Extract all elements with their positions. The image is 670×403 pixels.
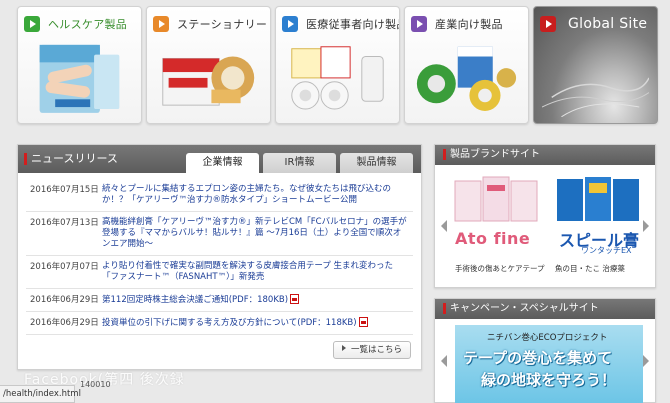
list-item: 2016年07月13日 高機能絆創膏「ケアリーヴ™治す力®」新テレビCM「FCバ… [26,212,413,256]
campaign-prev-icon[interactable] [437,319,451,402]
arrow-right-icon [282,16,298,32]
bandage-box-image [39,44,120,113]
arrow-right-icon [411,16,427,32]
category-global-site[interactable]: Global Site [533,6,658,124]
category-label: Global Site [568,16,648,32]
category-industrial[interactable]: 産業向け製品 [404,6,529,124]
category-header: 産業向け製品 [411,15,524,33]
arrow-right-icon [153,16,169,32]
list-item: 2016年07月07日 より貼り付着性で確実な副問題を解決する皮膚接合用テープ … [26,256,413,289]
news-date: 2016年07月15日 [30,185,99,195]
tab-ir[interactable]: IR情報 [263,153,336,173]
eco-headline-1: テープの巻心を集めて [463,349,613,367]
category-label: 産業向け製品 [435,18,503,31]
news-date: 2016年07月07日 [30,262,99,272]
tab-products[interactable]: 製品情報 [340,153,413,173]
news-list: 2016年07月15日 続々とプールに集結するエプロン姿の主婦たち。なぜ彼女たち… [26,179,413,335]
browser-status-bar: /health/index.html [0,385,81,403]
news-link-pdf[interactable]: 第112回定時株主総会決議ご通知(PDF：180KB) [102,294,300,306]
news-title: ニュースリリース [24,153,118,165]
globe-image [542,77,649,117]
spiel-product-image [557,177,639,221]
news-link[interactable]: 高機能絆創膏「ケアリーヴ™治す力®」新テレビCM「FCバルセロナ」の選手が登場す… [102,217,409,250]
category-nav: ヘルスケア製品 ステーショナリー 医療従事者向け製品 産業向け製品 Global… [17,6,658,126]
news-date: 2016年06月29日 [30,318,99,328]
industrial-tape-image [416,46,517,111]
news-date: 2016年07月13日 [30,218,99,228]
pdf-icon [358,317,368,327]
atofine-subtitle: 手術後の傷あとケアテープ [455,264,545,273]
category-label: 医療従事者向け製品 [306,18,400,31]
campaign-title: キャンペーン・スペシャルサイト [443,303,599,314]
news-link-pdf[interactable]: 投資単位の引下げに関する考え方及び方針について(PDF：118KB) [102,317,368,329]
news-date: 2016年06月29日 [30,295,99,305]
category-label: ステーショナリー [177,18,268,31]
eco-headline-2: 緑の地球を守ろう！ [481,371,617,389]
atofine-logo: Ato fine [455,229,531,248]
news-link[interactable]: より貼り付着性で確実な副問題を解決する皮膚接合用テープ 生まれ変わった「ファスナ… [102,261,409,283]
category-label: ヘルスケア製品 [48,18,128,31]
tape-box-image [162,56,255,106]
brand-atofine-banner[interactable]: Ato fine 手術後の傷あとケアテープ [453,175,545,275]
spiel-subtitle: 魚の目・たこ 治療薬 [555,264,625,273]
news-link-label: 投資単位の引下げに関する考え方及び方針について(PDF：118KB) [102,318,357,328]
category-header: ステーショナリー [153,15,268,33]
atofine-product-image [454,176,538,222]
category-header: Global Site [540,15,653,33]
news-link-label: 第112回定時株主総会決議ご通知(PDF：180KB) [102,295,289,305]
brand-spiel-banner[interactable]: スピール膏 ワンタッチEX 魚の目・たこ 治療薬 [553,175,645,275]
list-item: 2016年06月29日 第112回定時株主総会決議ご通知(PDF：180KB) [26,289,413,312]
list-item: 2016年06月29日 投資単位の引下げに関する考え方及び方針について(PDF：… [26,312,413,335]
category-header: 医療従事者向け製品 [282,15,399,33]
category-healthcare[interactable]: ヘルスケア製品 [17,6,142,124]
campaign-panel: キャンペーン・スペシャルサイト ニチバン巻心ECOプロジェクト テープの巻心を集… [434,298,656,403]
list-item: 2016年07月15日 続々とプールに集結するエプロン姿の主婦たち。なぜ彼女たち… [26,179,413,212]
tab-corporate[interactable]: 企業情報 [186,153,259,173]
category-medical[interactable]: 医療従事者向け製品 [275,6,400,124]
eco-project-title: ニチバン巻心ECOプロジェクト [487,333,608,343]
news-header: ニュースリリース 企業情報 IR情報 製品情報 [18,145,421,173]
brand-sites-panel: 製品ブランドサイト Ato fine 手術後の傷あとケアテープ スピール膏 ワン… [434,144,656,288]
news-more-button[interactable]: 一覧はこちら [333,341,411,359]
arrow-right-icon [540,16,556,32]
spiel-logo-sub: ワンタッチEX [581,246,632,255]
campaign-header: キャンペーン・スペシャルサイト [435,299,655,319]
overlay-number: 140010 [80,380,111,389]
pdf-icon [290,294,300,304]
news-release-panel: ニュースリリース 企業情報 IR情報 製品情報 2016年07月15日 続々とプ… [17,144,422,370]
arrow-right-icon [24,16,40,32]
medical-tape-image [291,46,384,110]
carousel-prev-icon[interactable] [437,165,451,287]
brand-sites-header: 製品ブランドサイト [435,145,655,165]
category-header: ヘルスケア製品 [24,15,137,33]
category-stationery[interactable]: ステーショナリー [146,6,271,124]
eco-project-banner[interactable]: ニチバン巻心ECOプロジェクト テープの巻心を集めて 緑の地球を守ろう！ [455,325,643,403]
news-tabs: 企業情報 IR情報 製品情報 [186,153,413,173]
brand-sites-title: 製品ブランドサイト [443,149,540,160]
news-link[interactable]: 続々とプールに集結するエプロン姿の主婦たち。なぜ彼女たちは飛び込むのか！？「ケア… [102,184,409,206]
